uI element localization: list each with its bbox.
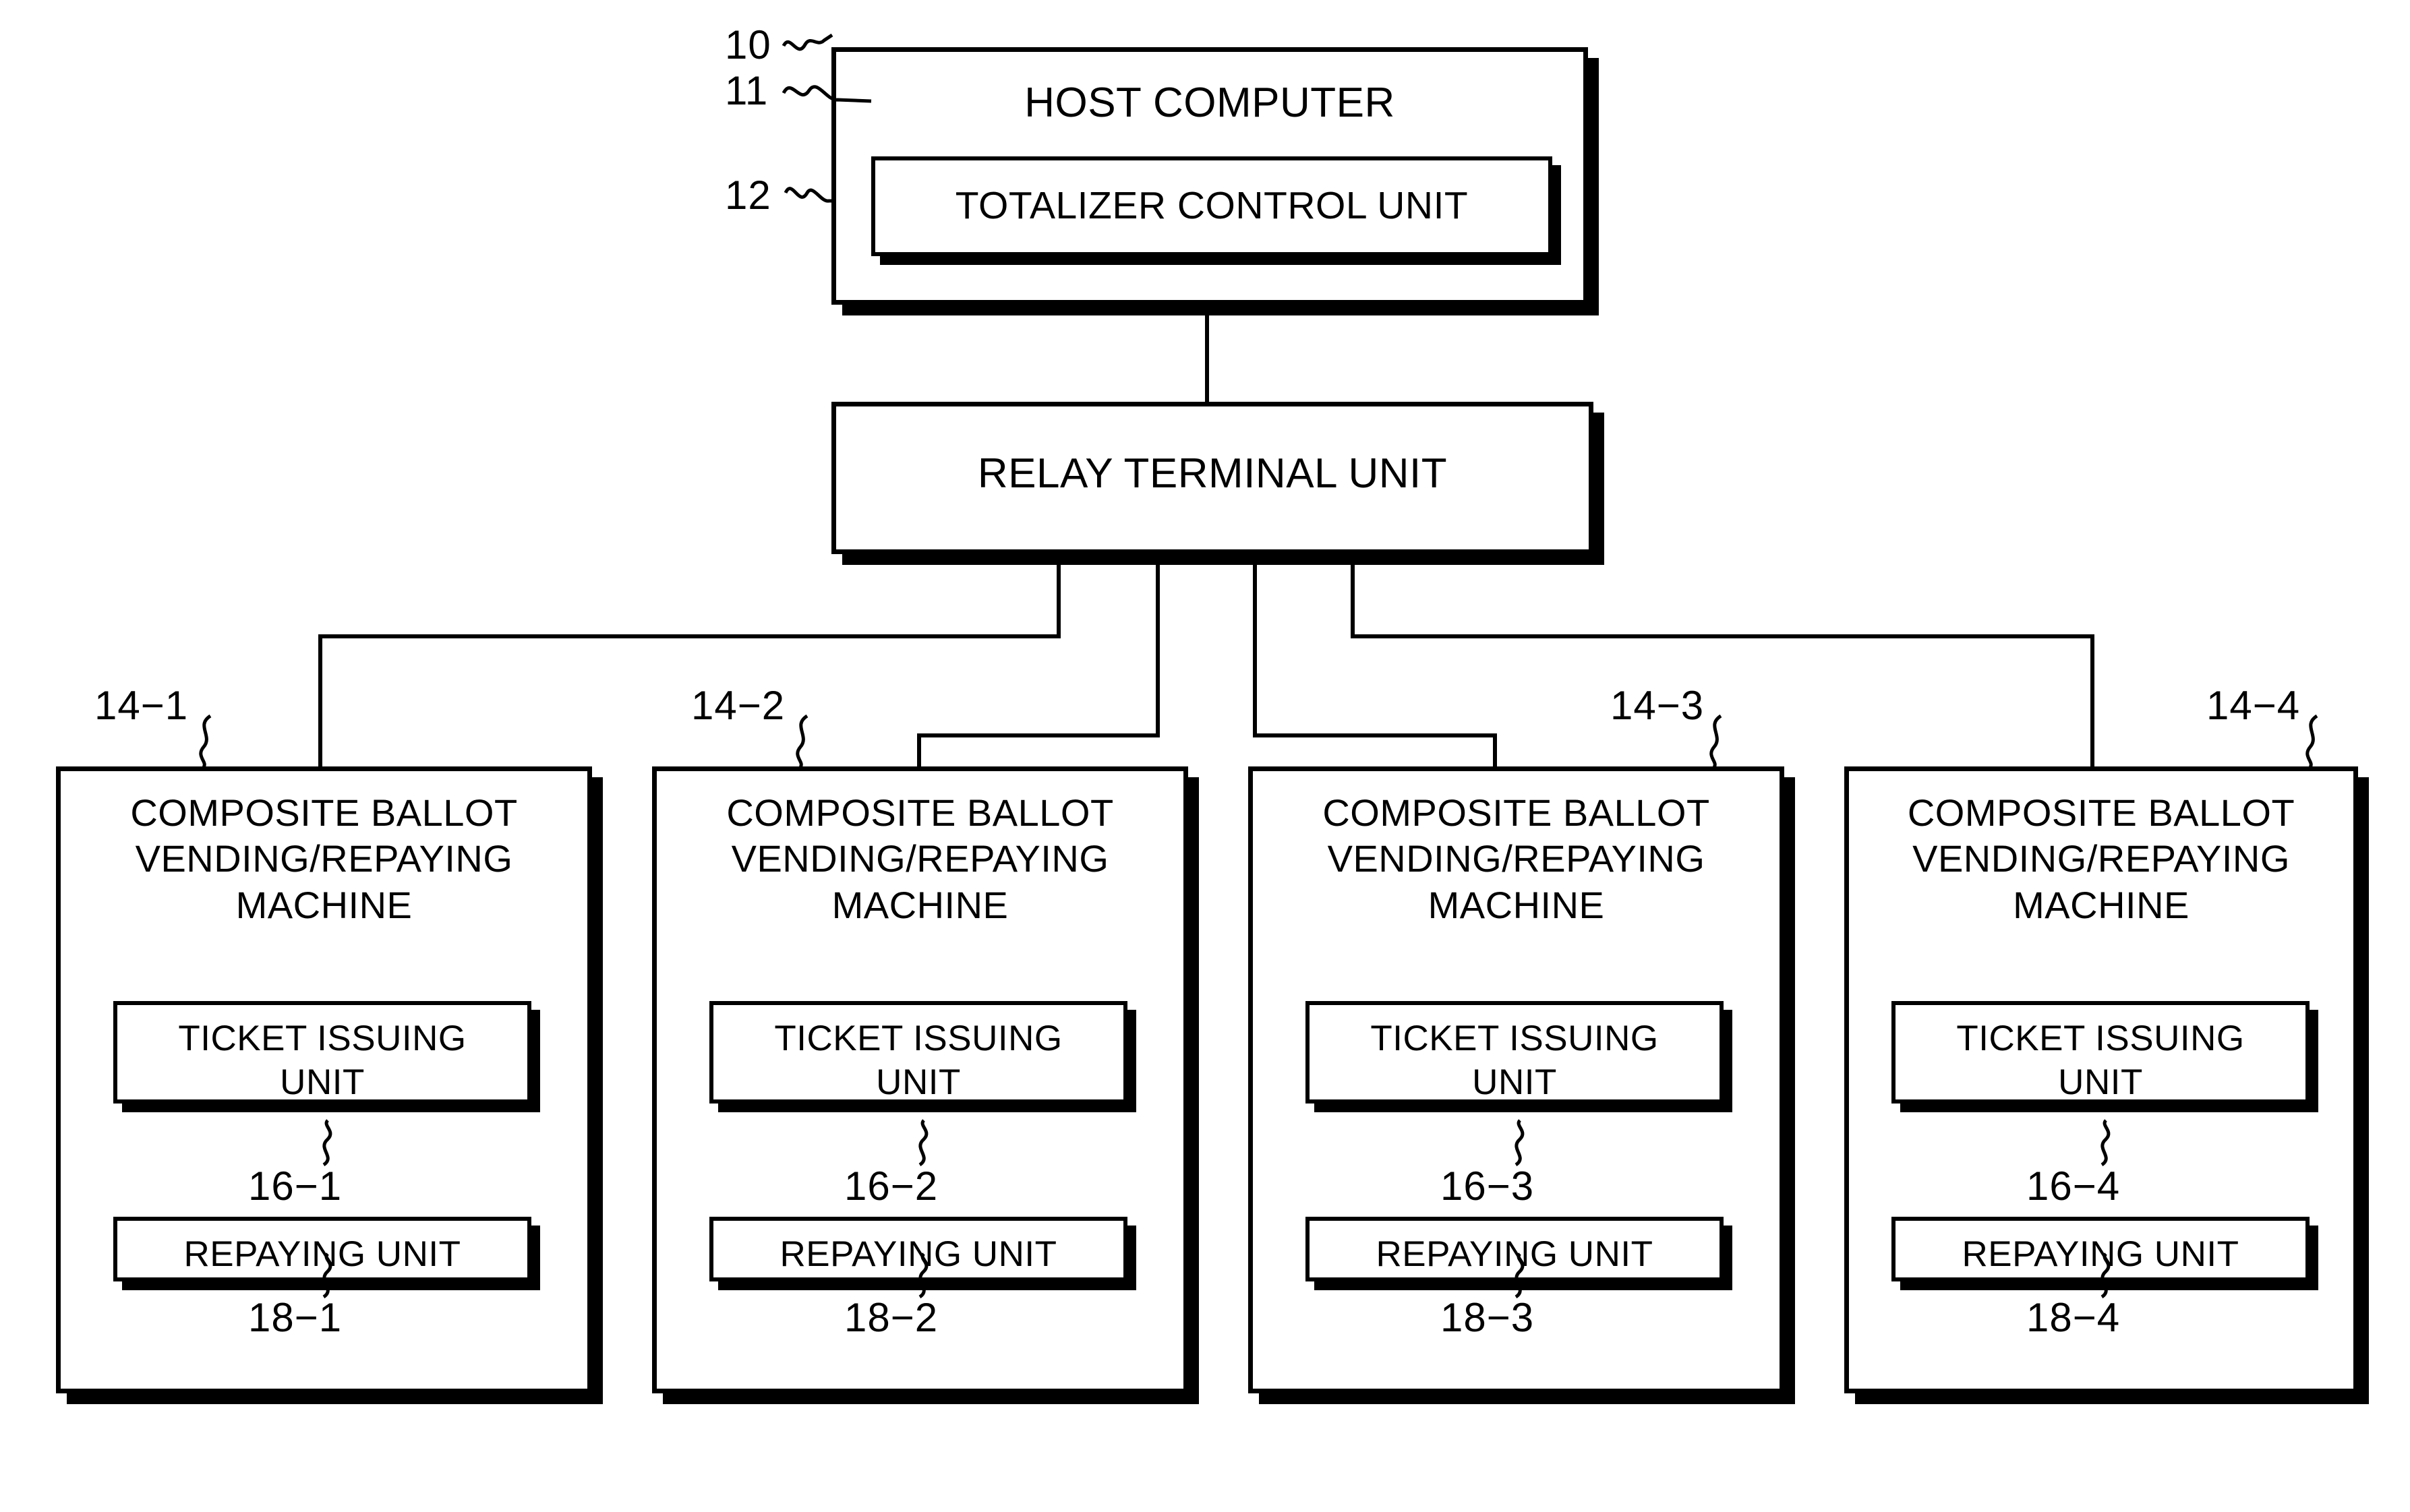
ref-12-leader-line: [784, 187, 835, 203]
ref-14-3-leader-line: [1709, 715, 1722, 768]
wire-bus-inner-right: [1253, 733, 1497, 737]
composite-machine-2-label: COMPOSITE BALLOT VENDING/REPAYING MACHIN…: [726, 791, 1114, 926]
ref-14-1-leader-line: [199, 715, 212, 768]
ref-16-4-label: 16−4: [2026, 1163, 2121, 1209]
wire-relay-drop-4: [1351, 554, 1355, 638]
ref-12-label: 12: [725, 173, 771, 218]
patent-figure-canvas: HOST COMPUTER TOTALIZER CONTROL UNIT 10 …: [0, 0, 2410, 1512]
ref-18-1-leader-line: [322, 1252, 332, 1299]
wire-bus-right: [1351, 634, 2094, 638]
ref-14-2-leader-line: [796, 715, 809, 768]
ref-18-2-label: 18−2: [844, 1295, 939, 1340]
ticket-issuing-unit-2-label: TICKET ISSUING UNIT: [774, 1019, 1063, 1102]
composite-machine-3-label: COMPOSITE BALLOT VENDING/REPAYING MACHIN…: [1322, 791, 1710, 926]
wire-to-machine-3: [1493, 733, 1497, 769]
composite-machine-1-label: COMPOSITE BALLOT VENDING/REPAYING MACHIN…: [130, 791, 518, 926]
ref-14-4-leader-line: [2305, 715, 2318, 768]
ref-16-4-leader-line: [2100, 1119, 2111, 1167]
ref-18-4-label: 18−4: [2026, 1295, 2121, 1340]
totalizer-control-unit-box: TOTALIZER CONTROL UNIT: [871, 156, 1552, 256]
ticket-issuing-unit-1-label: TICKET ISSUING UNIT: [178, 1019, 467, 1102]
ref-16-1-label: 16−1: [248, 1163, 343, 1209]
ref-16-3-leader-line: [1515, 1119, 1525, 1167]
ref-11-leader-line: [782, 85, 872, 103]
totalizer-control-unit-label: TOTALIZER CONTROL UNIT: [955, 184, 1469, 227]
ref-16-3-label: 16−3: [1440, 1163, 1535, 1209]
host-computer-label: HOST COMPUTER: [1024, 80, 1395, 126]
ref-18-2-leader-line: [918, 1252, 929, 1299]
ref-10-leader-line: [782, 33, 833, 51]
ref-18-3-label: 18−3: [1440, 1295, 1535, 1340]
ref-11-label: 11: [725, 68, 769, 113]
ticket-issuing-unit-3-box: TICKET ISSUING UNIT: [1305, 1001, 1724, 1103]
wire-relay-drop-2: [1156, 554, 1160, 737]
relay-terminal-unit-label: RELAY TERMINAL UNIT: [977, 450, 1448, 497]
wire-relay-drop-1: [1057, 554, 1061, 638]
wire-to-machine-2: [917, 733, 921, 769]
ticket-issuing-unit-4-box: TICKET ISSUING UNIT: [1891, 1001, 2310, 1103]
ref-18-1-label: 18−1: [248, 1295, 343, 1340]
ref-14-3-label: 14−3: [1610, 683, 1705, 728]
ref-18-3-leader-line: [1515, 1252, 1525, 1299]
wire-to-machine-1: [318, 634, 322, 769]
composite-machine-4-label: COMPOSITE BALLOT VENDING/REPAYING MACHIN…: [1907, 791, 2295, 926]
ref-16-1-leader-line: [322, 1119, 332, 1167]
ref-16-2-label: 16−2: [844, 1163, 939, 1209]
ref-16-2-leader-line: [918, 1119, 929, 1167]
ref-10-label: 10: [725, 22, 771, 67]
ref-18-4-leader-line: [2100, 1252, 2111, 1299]
ref-14-2-label: 14−2: [691, 683, 786, 728]
wire-bus-inner-left: [917, 733, 1160, 737]
relay-terminal-unit-box: RELAY TERMINAL UNIT: [831, 402, 1593, 554]
wire-relay-drop-3: [1253, 554, 1257, 737]
wire-bus-left: [318, 634, 1061, 638]
wire-to-machine-4: [2090, 634, 2094, 769]
wire-host-to-relay: [1205, 305, 1209, 403]
ticket-issuing-unit-3-label: TICKET ISSUING UNIT: [1370, 1019, 1659, 1102]
ref-14-1-label: 14−1: [94, 683, 189, 728]
ticket-issuing-unit-4-label: TICKET ISSUING UNIT: [1956, 1019, 2245, 1102]
ticket-issuing-unit-1-box: TICKET ISSUING UNIT: [113, 1001, 531, 1103]
ref-14-4-label: 14−4: [2206, 683, 2301, 728]
ticket-issuing-unit-2-box: TICKET ISSUING UNIT: [709, 1001, 1127, 1103]
